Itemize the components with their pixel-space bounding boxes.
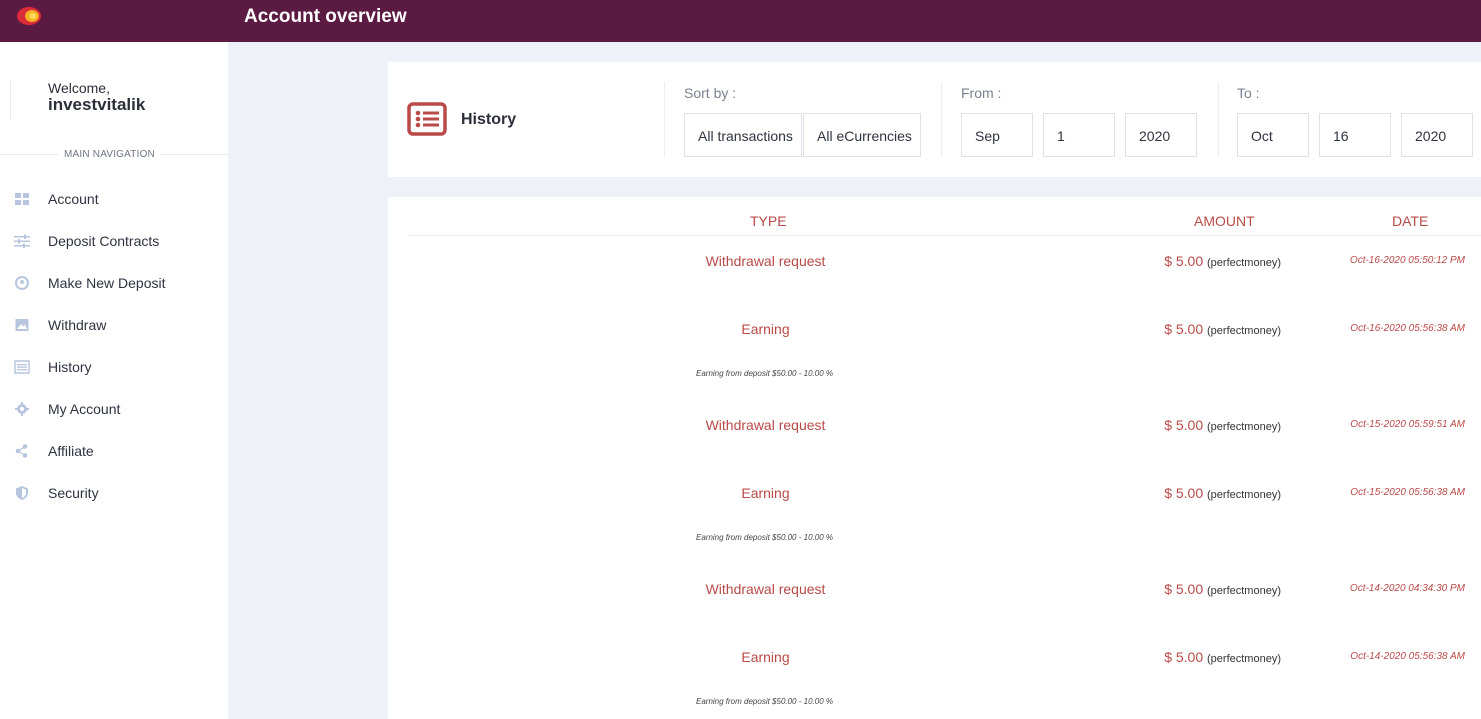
sidebar-item-withdraw[interactable]: Withdraw <box>0 304 228 346</box>
table-row: Earning $ 5.00 (perfectmoney) Oct-16-202… <box>388 321 1481 389</box>
transaction-description: Earning from deposit $50.00 - 10.00 % <box>696 533 833 542</box>
list-icon <box>14 359 30 375</box>
from-year-select[interactable]: 2020 <box>1125 113 1197 157</box>
history-list-icon <box>407 102 447 136</box>
table-row: Earning $ 5.00 (perfectmoney) Oct-14-202… <box>388 649 1481 717</box>
transaction-type-select[interactable]: All transactions <box>684 113 802 157</box>
amount-value: $ 5.00 <box>1164 417 1204 433</box>
amount-value: $ 5.00 <box>1164 321 1204 337</box>
divider <box>941 82 942 157</box>
sliders-icon <box>14 233 30 249</box>
gear-icon <box>14 401 30 417</box>
page-title: Account overview <box>244 6 407 27</box>
transaction-type: Earning <box>741 485 790 501</box>
share-icon <box>14 443 30 459</box>
payment-system: (perfectmoney) <box>1207 325 1281 337</box>
table-row: Earning $ 5.00 (perfectmoney) Oct-15-202… <box>388 485 1481 553</box>
sidebar-item-label: Make New Deposit <box>48 275 166 291</box>
welcome-box: Welcome, investvitalik <box>10 80 210 120</box>
sidebar-item-label: Withdraw <box>48 317 107 333</box>
sidebar-item-make-new-deposit[interactable]: Make New Deposit <box>0 262 228 304</box>
sidebar-item-label: Affiliate <box>48 443 94 459</box>
history-table: TYPE AMOUNT DATE Withdrawal request $ 5.… <box>388 197 1481 719</box>
sidebar-item-my-account[interactable]: My Account <box>0 388 228 430</box>
transaction-date: Oct-14-2020 04:34:30 PM <box>1349 583 1465 594</box>
sidebar-item-label: Security <box>48 485 99 501</box>
main-navigation: Account Deposit Contracts Make New Depos… <box>0 178 228 514</box>
transaction-type: Withdrawal request <box>705 253 826 269</box>
top-bar: Account overview <box>0 0 1481 42</box>
from-day-select[interactable]: 1 <box>1043 113 1115 157</box>
history-filter-panel: History Sort by : All transactions All e… <box>388 62 1481 177</box>
sidebar-item-label: History <box>48 359 92 375</box>
transaction-date: Oct-14-2020 05:56:38 AM <box>1350 651 1465 662</box>
sidebar-item-label: Account <box>48 191 99 207</box>
payment-system: (perfectmoney) <box>1207 421 1281 433</box>
transaction-date: Oct-16-2020 05:56:38 AM <box>1350 323 1465 334</box>
from-month-select[interactable]: Sep <box>961 113 1033 157</box>
sidebar-item-label: Deposit Contracts <box>48 233 160 249</box>
sidebar-item-account[interactable]: Account <box>0 178 228 220</box>
table-row: Withdrawal request $ 5.00 (perfectmoney)… <box>388 253 1481 321</box>
transaction-date: Oct-16-2020 05:50:12 PM <box>1349 255 1465 266</box>
image-icon <box>14 317 30 333</box>
transaction-amount: $ 5.00 (perfectmoney) <box>1164 649 1281 665</box>
column-header-date: DATE <box>1392 213 1429 229</box>
sidebar-item-history[interactable]: History <box>0 346 228 388</box>
to-label: To : <box>1237 85 1260 101</box>
transaction-amount: $ 5.00 (perfectmoney) <box>1164 485 1281 501</box>
amount-value: $ 5.00 <box>1164 581 1204 597</box>
sidebar-item-affiliate[interactable]: Affiliate <box>0 430 228 472</box>
transaction-date: Oct-15-2020 05:56:38 AM <box>1350 487 1465 498</box>
shield-icon <box>14 485 30 501</box>
divider <box>1218 82 1219 157</box>
logo-icon[interactable] <box>16 6 42 26</box>
nav-heading-divider: MAIN NAVIGATION <box>0 146 228 160</box>
sidebar-item-deposit-contracts[interactable]: Deposit Contracts <box>0 220 228 262</box>
amount-value: $ 5.00 <box>1164 253 1204 269</box>
transaction-amount: $ 5.00 (perfectmoney) <box>1164 581 1281 597</box>
transaction-type: Earning <box>741 649 790 665</box>
column-header-type: TYPE <box>750 213 787 229</box>
transaction-amount: $ 5.00 (perfectmoney) <box>1164 253 1281 269</box>
transaction-type: Withdrawal request <box>705 417 826 433</box>
transaction-amount: $ 5.00 (perfectmoney) <box>1164 417 1281 433</box>
amount-value: $ 5.00 <box>1164 485 1204 501</box>
payment-system: (perfectmoney) <box>1207 653 1281 665</box>
currency-select[interactable]: All eCurrencies <box>803 113 921 157</box>
grid-icon <box>14 191 30 207</box>
table-row: Withdrawal request $ 5.00 (perfectmoney)… <box>388 581 1481 649</box>
sidebar: Welcome, investvitalik MAIN NAVIGATION A… <box>0 42 228 719</box>
to-month-select[interactable]: Oct <box>1237 113 1309 157</box>
history-title: History <box>461 111 517 128</box>
username: investvitalik <box>48 95 146 114</box>
sidebar-item-security[interactable]: Security <box>0 472 228 514</box>
header-divider <box>408 235 1481 236</box>
transaction-description: Earning from deposit $50.00 - 10.00 % <box>696 697 833 706</box>
nav-heading: MAIN NAVIGATION <box>64 149 155 160</box>
to-day-select[interactable]: 16 <box>1319 113 1391 157</box>
amount-value: $ 5.00 <box>1164 649 1204 665</box>
to-year-select[interactable]: 2020 <box>1401 113 1473 157</box>
from-label: From : <box>961 85 1002 101</box>
coin-icon <box>14 275 30 291</box>
transaction-date: Oct-15-2020 05:59:51 AM <box>1350 419 1465 430</box>
column-header-amount: AMOUNT <box>1194 213 1255 229</box>
welcome-label: Welcome, <box>48 80 110 96</box>
table-row: Withdrawal request $ 5.00 (perfectmoney)… <box>388 417 1481 485</box>
sidebar-item-label: My Account <box>48 401 121 417</box>
transaction-description: Earning from deposit $50.00 - 10.00 % <box>696 369 833 378</box>
payment-system: (perfectmoney) <box>1207 257 1281 269</box>
payment-system: (perfectmoney) <box>1207 585 1281 597</box>
transaction-amount: $ 5.00 (perfectmoney) <box>1164 321 1281 337</box>
transaction-type: Earning <box>741 321 790 337</box>
sort-by-label: Sort by : <box>684 85 737 101</box>
transaction-type: Withdrawal request <box>705 581 826 597</box>
divider <box>664 82 665 157</box>
payment-system: (perfectmoney) <box>1207 489 1281 501</box>
